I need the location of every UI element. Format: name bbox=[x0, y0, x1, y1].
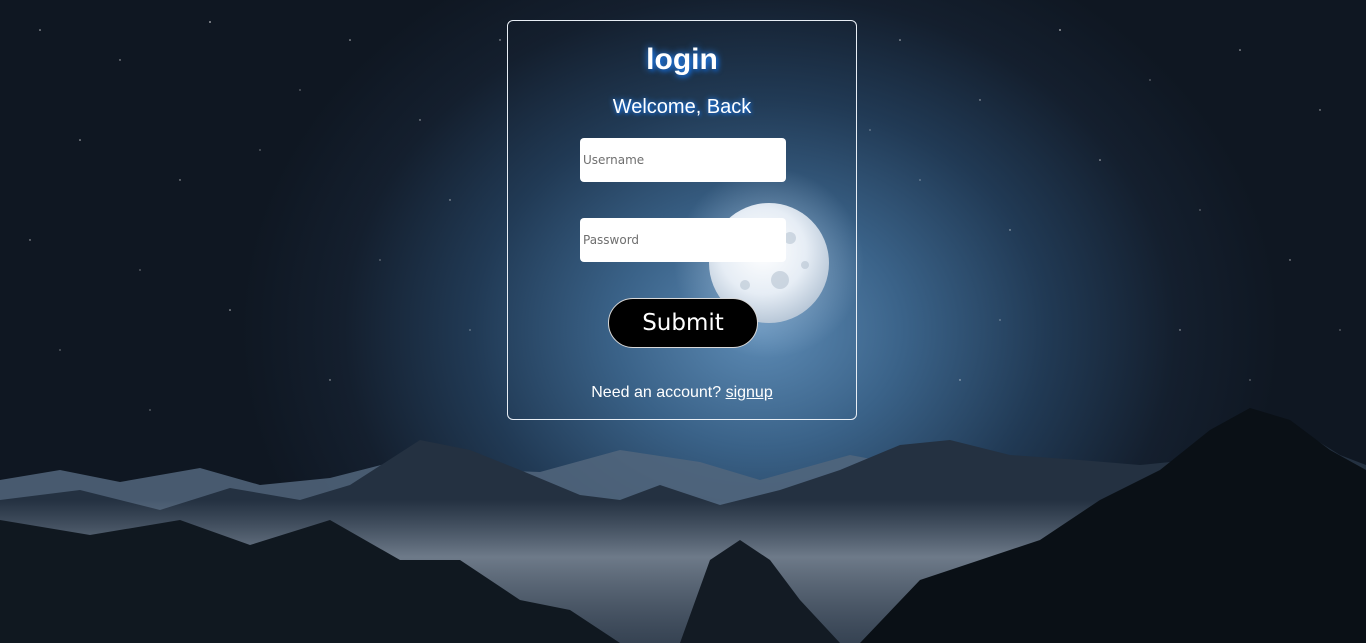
signup-link[interactable]: signup bbox=[726, 384, 773, 401]
signup-prompt-text: Need an account? bbox=[591, 384, 722, 401]
welcome-subtitle: Welcome, Back bbox=[612, 96, 752, 118]
submit-button[interactable]: Submit bbox=[608, 298, 758, 348]
login-title: login bbox=[646, 43, 718, 76]
login-card: login Welcome, Back Submit Need an accou… bbox=[507, 20, 857, 420]
password-input[interactable] bbox=[580, 218, 786, 262]
username-input[interactable] bbox=[580, 138, 786, 182]
signup-prompt-line: Need an account? signup bbox=[508, 384, 856, 402]
